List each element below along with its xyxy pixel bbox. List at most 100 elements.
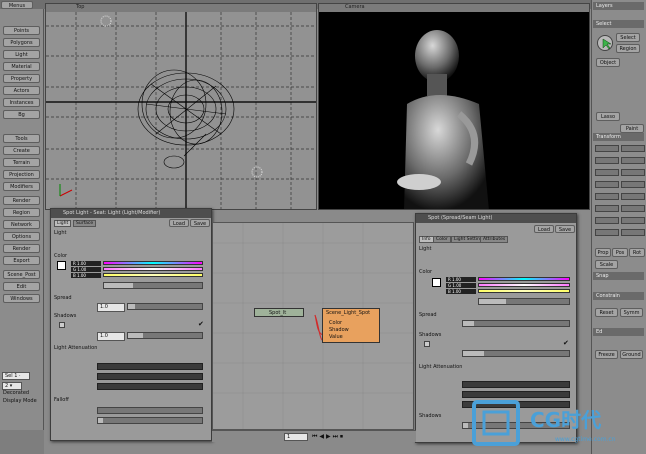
node-scene-light[interactable]: Scene_Light_Spot Color Shadow Value [322,308,380,343]
right-red-bar[interactable] [478,277,570,281]
atten-field-2[interactable] [97,383,203,390]
transform-slider-b-1[interactable] [621,157,645,164]
right-section-attenuation[interactable]: Light Attenuation [419,364,573,371]
transform-slider-b-6[interactable] [621,217,645,224]
node-spot-light[interactable]: Spot_lt [254,308,304,317]
left-render-0[interactable]: Render [3,196,40,205]
atten-field-1[interactable] [97,373,203,380]
right-load-button[interactable]: Load [534,225,554,233]
left-render-4[interactable]: Render [3,244,40,253]
play-controls[interactable]: ⏮◀▶⏭⏹ [312,433,345,441]
menus-button[interactable]: Menus [1,1,33,9]
transform-slider-b-2[interactable] [621,169,645,176]
color-swatch[interactable] [57,261,66,270]
right-header-4[interactable]: Constrain [593,292,644,300]
left-create-1[interactable]: Create [3,146,40,155]
left-tool-6[interactable]: Instances [3,98,40,107]
right-section-color[interactable]: Color [419,269,573,276]
red-bar[interactable] [103,261,203,265]
node-editor[interactable] [212,222,414,430]
spread-slider[interactable] [127,303,203,310]
transform-button-7[interactable]: Ground [620,350,643,359]
channel-g[interactable]: G 1.00 [71,267,101,272]
left-tool-2[interactable]: Light [3,50,40,59]
left-create-3[interactable]: Projection [3,170,40,179]
top-viewport[interactable]: Top [45,3,317,210]
light-panel-title[interactable]: Spot Light - Seat: Light (Light/Modifier… [51,209,211,218]
transform-slider-5[interactable] [595,205,619,212]
transform-button-4[interactable]: Reset [595,308,618,317]
right-header-1[interactable]: Select [593,20,644,28]
left-tool-4[interactable]: Property [3,74,40,83]
right-header-5[interactable]: Ed [593,328,644,336]
transform-slider-7[interactable] [595,229,619,236]
right-panel-title[interactable]: Spot (Spread/Seam Light) [416,214,576,223]
tab-color[interactable]: Color [433,236,451,243]
section-spread[interactable]: Spread [54,295,208,302]
transform-slider-1[interactable] [595,157,619,164]
select-button-4[interactable]: Object [596,58,620,67]
intensity-slider[interactable] [103,282,203,289]
left-tool-0[interactable]: Points [3,26,40,35]
select-button-3[interactable]: Paint [620,124,644,133]
section-light-attenuation[interactable]: Light Attenuation [54,345,208,352]
shadow-field[interactable]: 1.0 [97,332,125,341]
transform-slider-2[interactable] [595,169,619,176]
left-render-3[interactable]: Options [3,232,40,241]
select-button-2[interactable]: Lasso [596,112,620,121]
left-bottom-1[interactable]: Edit [3,282,40,291]
right-section-light[interactable]: Light [419,246,573,253]
transform-slider-b-7[interactable] [621,229,645,236]
channel-r[interactable]: R 1.00 [71,261,101,266]
right-blue-bar[interactable] [478,289,570,293]
right-header-2[interactable]: Transform [593,133,644,141]
tab-info[interactable]: Info [419,236,434,243]
section-light[interactable]: Light [54,230,208,237]
right-header-3[interactable]: Snap [593,272,644,280]
left-create-2[interactable]: Terrain [3,158,40,167]
falloff-slider-2[interactable] [97,417,203,424]
section-falloff[interactable]: Falloff [54,397,208,404]
section-shadows[interactable]: Shadows [54,313,208,320]
right-channel-g[interactable]: G 1.00 [446,283,476,288]
select-arrow-icon[interactable] [597,35,613,51]
transform-button-5[interactable]: Symm [620,308,643,317]
right-green-bar[interactable] [478,283,570,287]
right-save-button[interactable]: Save [555,225,575,233]
tab-light[interactable]: Light [54,220,72,227]
camera-viewport[interactable]: Camera [318,3,590,210]
green-bar[interactable] [103,267,203,271]
light-load-button[interactable]: Load [169,219,189,227]
blue-bar[interactable] [103,273,203,277]
right-channel-r[interactable]: R 1.00 [446,277,476,282]
node-port-color[interactable]: Color [329,320,342,327]
tab-surface[interactable]: Surface [73,220,97,227]
frame-field[interactable]: 1 [284,433,308,441]
select-button-0[interactable]: Select [616,33,640,42]
spread-field[interactable]: 1.0 [97,303,125,312]
right-channel-b[interactable]: B 1.00 [446,289,476,294]
left-bottom-0[interactable]: Scene_Post [3,270,40,279]
shadow-checkbox[interactable] [59,322,65,328]
left-create-4[interactable]: Modifiers [3,182,40,191]
right-color-swatch[interactable] [432,278,441,287]
left-render-5[interactable]: Export [3,256,40,265]
node-port-shadow[interactable]: Shadow [329,327,349,334]
transform-slider-4[interactable] [595,193,619,200]
left-bottom-2[interactable]: Windows [3,294,40,303]
transform-button-3[interactable]: Scale [595,260,618,269]
count-field[interactable]: 2 ▾ [2,382,22,390]
left-tool-3[interactable]: Material [3,62,40,71]
transform-slider-0[interactable] [595,145,619,152]
transform-button-1[interactable]: Pos [612,248,628,257]
transform-slider-b-0[interactable] [621,145,645,152]
channel-b[interactable]: B 1.00 [71,273,101,278]
transform-button-0[interactable]: Prop [595,248,611,257]
right-intensity-slider[interactable] [478,298,570,305]
right-atten-dropdown[interactable] [462,381,570,388]
left-create-0[interactable]: Tools [3,134,40,143]
transform-button-2[interactable]: Rot [629,248,645,257]
right-section-shadows[interactable]: Shadows [419,332,573,339]
attenuation-dropdown[interactable] [97,363,203,370]
transform-button-6[interactable]: Freeze [595,350,618,359]
